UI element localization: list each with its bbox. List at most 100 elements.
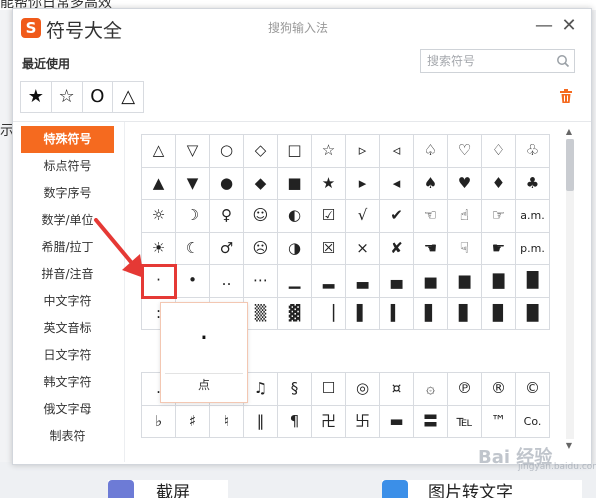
- symbol-cell[interactable]: ▊: [448, 297, 482, 330]
- symbol-cell[interactable]: ◇: [244, 135, 278, 168]
- symbol-cell[interactable]: □: [278, 135, 312, 168]
- symbol-cell[interactable]: ▋: [414, 297, 448, 330]
- symbol-cell[interactable]: ۞: [414, 373, 448, 406]
- symbol-cell[interactable]: ◎: [346, 373, 380, 406]
- symbol-cell[interactable]: ♯: [176, 405, 210, 438]
- symbol-cell[interactable]: ♮: [210, 405, 244, 438]
- symbol-cell[interactable]: ♦: [482, 167, 516, 200]
- symbol-cell[interactable]: ▽: [176, 135, 210, 168]
- symbol-cell[interactable]: 〓: [414, 405, 448, 438]
- symbol-cell[interactable]: 卍: [312, 405, 346, 438]
- symbol-cell[interactable]: ▇: [482, 265, 516, 298]
- symbol-cell[interactable]: ◐: [278, 200, 312, 233]
- symbol-cell[interactable]: ✔: [380, 200, 414, 233]
- symbol-cell[interactable]: ☽: [176, 200, 210, 233]
- symbol-cell[interactable]: ▓: [278, 297, 312, 330]
- search-input[interactable]: [421, 50, 555, 72]
- symbol-cell[interactable]: ¶: [278, 405, 312, 438]
- symbol-cell[interactable]: ◂: [380, 167, 414, 200]
- symbol-cell[interactable]: §: [278, 373, 312, 406]
- search-icon[interactable]: [556, 54, 570, 68]
- symbol-cell[interactable]: ☒: [312, 232, 346, 265]
- symbol-cell[interactable]: ☐: [312, 373, 346, 406]
- symbol-cell[interactable]: ©: [516, 373, 550, 406]
- symbol-cell[interactable]: ▼: [176, 167, 210, 200]
- symbol-cell[interactable]: ♀: [210, 200, 244, 233]
- recent-symbol[interactable]: ☆: [52, 82, 83, 112]
- symbol-cell[interactable]: ☚: [414, 232, 448, 265]
- symbol-cell[interactable]: p.m.: [516, 232, 550, 265]
- symbol-cell[interactable]: █: [516, 265, 550, 298]
- symbol-cell[interactable]: ▅: [414, 265, 448, 298]
- symbol-cell[interactable]: √: [346, 200, 380, 233]
- title-bar[interactable]: S 符号大全 搜狗输入法 — ✕: [13, 9, 591, 45]
- symbol-cell[interactable]: a.m.: [516, 200, 550, 233]
- symbol-cell[interactable]: ▍: [380, 297, 414, 330]
- category-item[interactable]: 韩文字符: [21, 369, 114, 396]
- symbol-cell[interactable]: ▆: [448, 265, 482, 298]
- symbol-cell[interactable]: ☹: [244, 232, 278, 265]
- symbol-cell[interactable]: ▲: [142, 167, 176, 200]
- symbol-cell[interactable]: ♡: [448, 135, 482, 168]
- symbol-cell[interactable]: ♂: [210, 232, 244, 265]
- symbol-cell[interactable]: ♭: [142, 405, 176, 438]
- recent-symbol[interactable]: O: [83, 82, 114, 112]
- category-item[interactable]: 特殊符号: [21, 126, 114, 153]
- symbol-cell[interactable]: ♤: [414, 135, 448, 168]
- category-item[interactable]: 日文字符: [21, 342, 114, 369]
- symbol-cell[interactable]: ▌: [346, 297, 380, 330]
- search-box[interactable]: [420, 49, 575, 73]
- category-item[interactable]: 俄文字母: [21, 396, 114, 423]
- symbol-cell[interactable]: ▹: [346, 135, 380, 168]
- trash-icon[interactable]: [560, 89, 572, 103]
- symbol-cell[interactable]: ◃: [380, 135, 414, 168]
- symbol-cell[interactable]: ✘: [380, 232, 414, 265]
- symbol-cell[interactable]: ■: [278, 167, 312, 200]
- symbol-cell[interactable]: ☛: [482, 232, 516, 265]
- symbol-cell[interactable]: ▕: [312, 297, 346, 330]
- symbol-cell[interactable]: ×: [346, 232, 380, 265]
- symbol-cell[interactable]: ☆: [312, 135, 346, 168]
- symbol-cell[interactable]: △: [142, 135, 176, 168]
- symbol-cell[interactable]: █: [516, 297, 550, 330]
- symbol-cell[interactable]: ▂: [312, 265, 346, 298]
- symbol-cell[interactable]: ‥: [210, 265, 244, 298]
- symbol-cell[interactable]: ☝: [448, 200, 482, 233]
- symbol-cell[interactable]: ▬: [380, 405, 414, 438]
- symbol-cell[interactable]: ☞: [482, 200, 516, 233]
- symbol-cell[interactable]: ℡: [448, 405, 482, 438]
- category-item[interactable]: 数字序号: [21, 180, 114, 207]
- symbol-cell[interactable]: ●: [210, 167, 244, 200]
- symbol-cell[interactable]: ‖: [244, 405, 278, 438]
- symbol-cell[interactable]: ▒: [244, 297, 278, 330]
- symbol-cell[interactable]: ¤: [380, 373, 414, 406]
- symbol-cell[interactable]: ♫: [244, 373, 278, 406]
- symbol-cell[interactable]: •: [176, 265, 210, 298]
- symbol-cell[interactable]: ◑: [278, 232, 312, 265]
- category-item[interactable]: 英文音标: [21, 315, 114, 342]
- symbol-cell[interactable]: ★: [312, 167, 346, 200]
- symbol-cell[interactable]: ▉: [482, 297, 516, 330]
- close-button[interactable]: ✕: [558, 15, 580, 37]
- category-item[interactable]: 标点符号: [21, 153, 114, 180]
- symbol-cell[interactable]: ☾: [176, 232, 210, 265]
- category-item[interactable]: 制表符: [21, 423, 114, 450]
- recent-symbol[interactable]: △: [113, 82, 143, 112]
- symbol-cell[interactable]: ☑: [312, 200, 346, 233]
- category-item[interactable]: 中文字符: [21, 288, 114, 315]
- symbol-cell[interactable]: ♢: [482, 135, 516, 168]
- symbol-cell[interactable]: ☺: [244, 200, 278, 233]
- background-card-image-to-text[interactable]: 图片转文字: [382, 480, 582, 498]
- symbol-cell[interactable]: 卐: [346, 405, 380, 438]
- recent-symbol[interactable]: ★: [21, 82, 52, 112]
- symbol-cell[interactable]: Co.: [516, 405, 550, 438]
- symbol-cell[interactable]: ◆: [244, 167, 278, 200]
- symbol-cell[interactable]: ▃: [346, 265, 380, 298]
- symbol-cell[interactable]: ▄: [380, 265, 414, 298]
- symbol-cell[interactable]: ™: [482, 405, 516, 438]
- symbol-cell[interactable]: ▸: [346, 167, 380, 200]
- scroll-up-arrow-icon[interactable]: ▲: [564, 127, 574, 137]
- symbol-cell[interactable]: ℗: [448, 373, 482, 406]
- symbol-cell[interactable]: ☟: [448, 232, 482, 265]
- symbol-cell[interactable]: ♥: [448, 167, 482, 200]
